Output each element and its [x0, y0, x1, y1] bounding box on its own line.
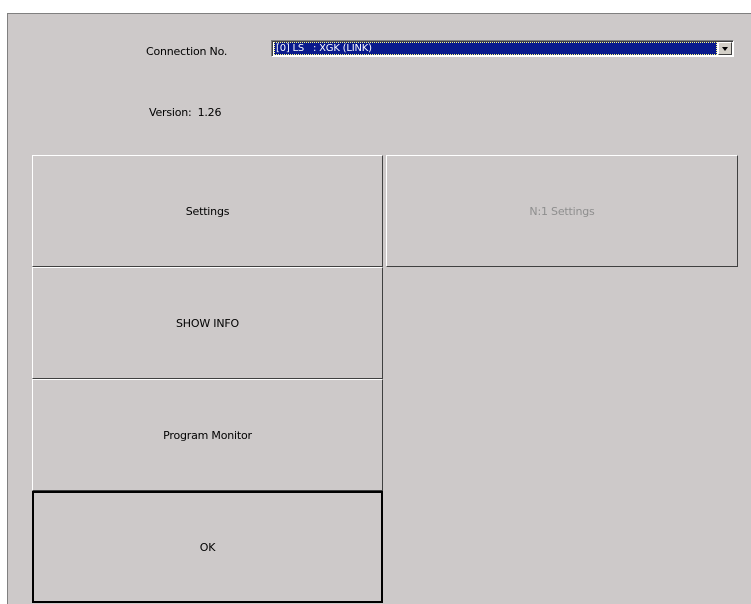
connection-select-value: [0] LS : XGK (LINK): [274, 42, 717, 55]
version-info: Version: 1.26: [149, 106, 221, 119]
show-info-button[interactable]: SHOW INFO: [32, 267, 383, 379]
connection-dropdown-button[interactable]: [718, 42, 732, 55]
chevron-down-icon: [722, 47, 728, 51]
settings-button-label: Settings: [185, 204, 230, 218]
show-info-button-label: SHOW INFO: [176, 316, 239, 330]
dialog-window: Connection No. [0] LS : XGK (LINK) Versi…: [7, 13, 751, 604]
program-monitor-button-label: Program Monitor: [163, 428, 252, 442]
settings-button[interactable]: Settings: [32, 155, 383, 267]
connection-select[interactable]: [0] LS : XGK (LINK): [271, 40, 734, 57]
n1-settings-button: N:1 Settings: [386, 155, 738, 267]
version-label: Version:: [149, 106, 192, 119]
n1-settings-button-label: N:1 Settings: [529, 204, 595, 218]
version-value: 1.26: [197, 106, 222, 119]
program-monitor-button[interactable]: Program Monitor: [32, 379, 383, 491]
connection-label: Connection No.: [146, 45, 228, 58]
ok-button[interactable]: OK: [32, 491, 383, 603]
ok-button-label: OK: [199, 540, 216, 554]
